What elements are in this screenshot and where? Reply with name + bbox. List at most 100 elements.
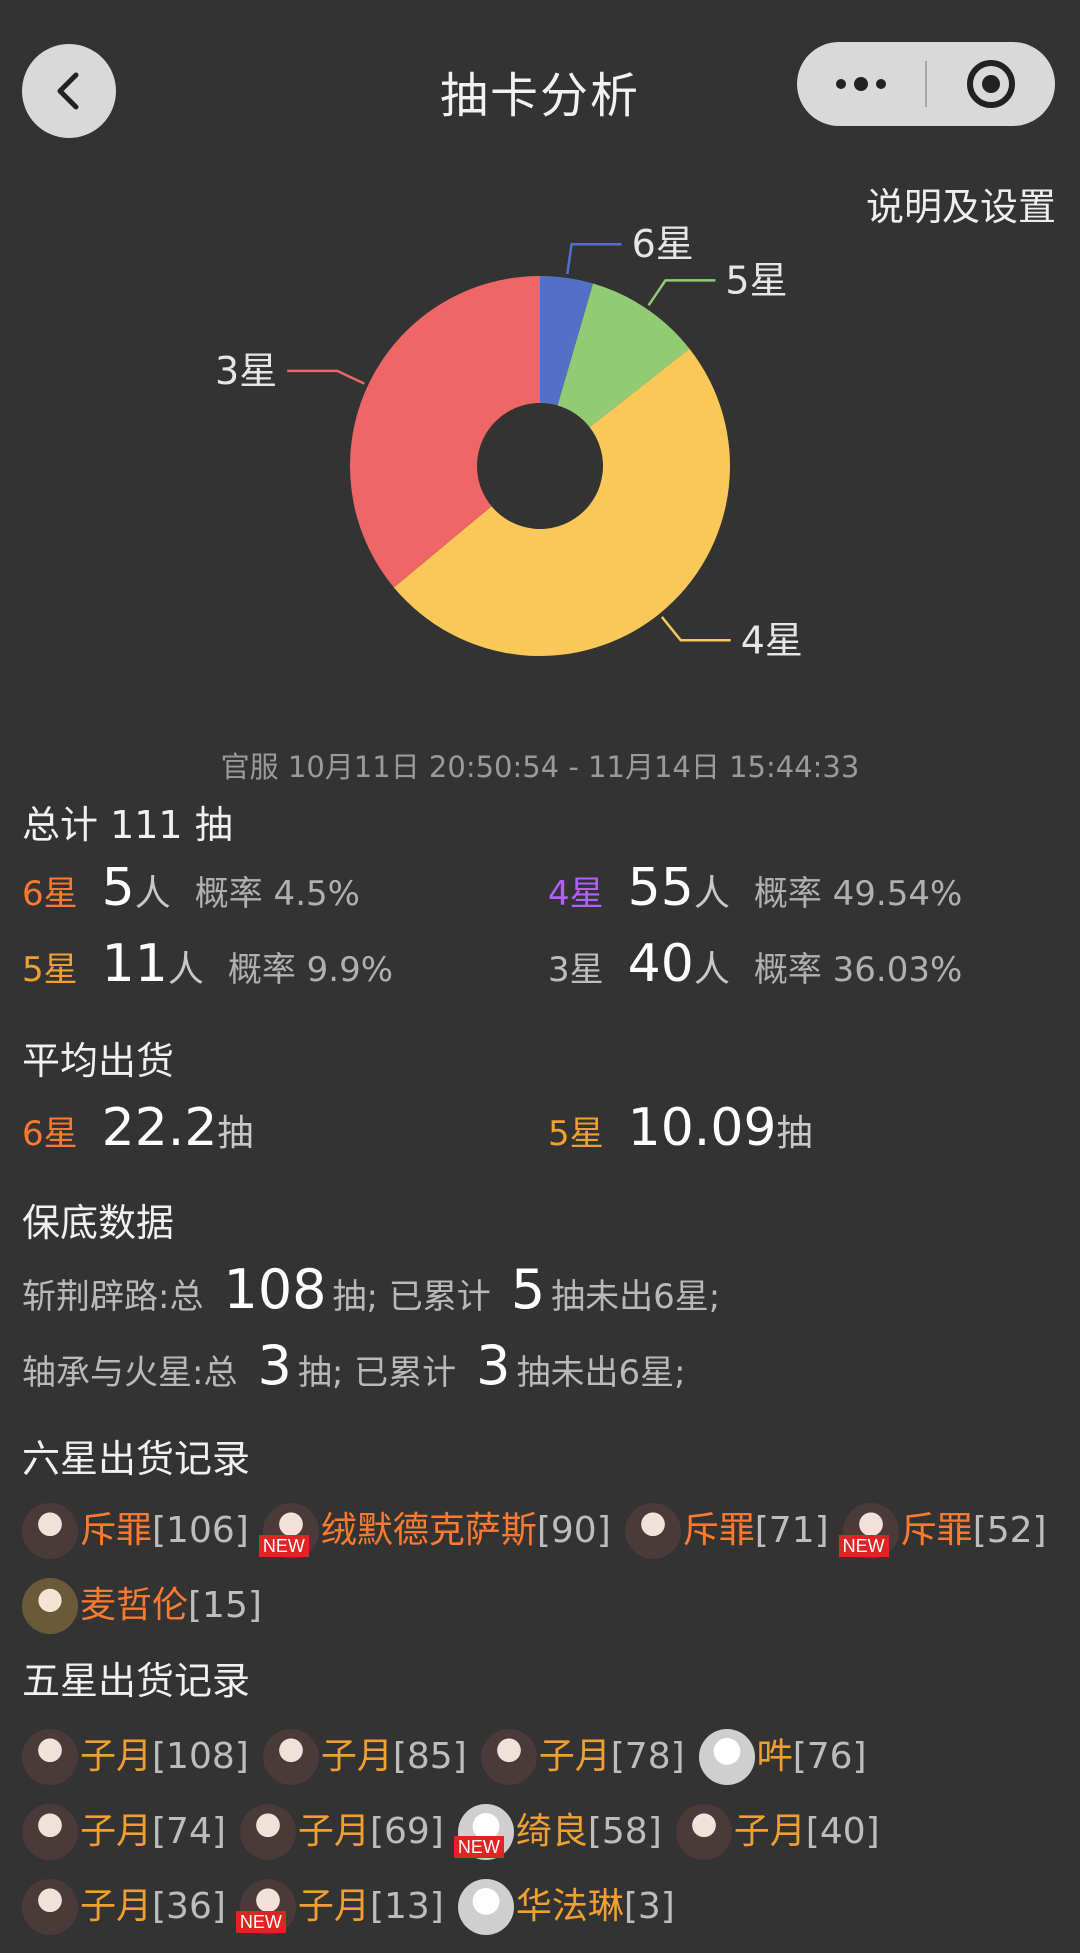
record-item: 子月 [78] (480, 1728, 685, 1786)
stat-count: 11 (101, 934, 168, 994)
operator-name: 斥罪 (80, 1510, 153, 1551)
operator-avatar (239, 1804, 296, 1860)
guarantee-row: 斩荆辟路:总 108 抽; 已累计 5 抽未出6星; (22, 1258, 720, 1321)
operator-avatar (22, 1729, 78, 1785)
stat-unit: 人 (167, 949, 204, 990)
operator-name: 子月 (733, 1811, 806, 1852)
record-item: 子月 [85] (262, 1728, 467, 1786)
new-badge: NEW (838, 1535, 889, 1557)
avg-5star: 5星 10.09抽 (548, 1098, 813, 1158)
operator-name: 子月 (320, 1736, 393, 1777)
new-badge: NEW (453, 1836, 504, 1858)
operator-name: 子月 (80, 1886, 153, 1927)
operator-name: 绒默德克萨斯 (320, 1510, 537, 1551)
pull-count: [71] (754, 1510, 829, 1551)
record-item: 华法琳 [3] (457, 1878, 675, 1936)
pool-mid: 抽; 已累计 (297, 1353, 457, 1393)
stat-3star: 3星 40人 概率 36.03% (548, 934, 962, 994)
close-miniprogram-button[interactable] (927, 42, 1055, 126)
record-item: NEW 绒默德克萨斯 [90] (258, 1502, 611, 1560)
stat-star-label: 5星 (22, 950, 78, 990)
pull-count: [58] (587, 1811, 662, 1852)
operator-avatar (22, 1503, 78, 1559)
five-star-section-title: 五星出货记录 (22, 1659, 251, 1703)
pool-accumulated: 3 (476, 1334, 511, 1397)
avg-star-label: 5星 (548, 1114, 604, 1154)
stat-star-label: 4星 (548, 874, 604, 914)
record-item: 斥罪 [106] (22, 1502, 249, 1560)
stat-4star: 4星 55人 概率 49.54% (548, 858, 962, 918)
operator-avatar (457, 1879, 514, 1935)
operator-name: 子月 (80, 1736, 153, 1777)
pull-count: [108] (152, 1736, 249, 1777)
pool-name: 斩荆辟路:总 (22, 1277, 204, 1317)
stat-star-label: 6星 (22, 874, 78, 914)
operator-avatar (698, 1729, 755, 1785)
avg-value: 22.2 (101, 1098, 218, 1158)
stat-rate: 概率 9.9% (227, 950, 394, 990)
avg-unit: 抽 (776, 1113, 813, 1154)
new-badge: NEW (258, 1535, 309, 1557)
avg-value: 10.09 (627, 1098, 777, 1158)
avg-star-label: 6星 (22, 1114, 78, 1154)
star-distribution-pie-chart: 6星 5星 4星 3星 (215, 222, 803, 662)
pie-label-leader (566, 242, 622, 275)
stat-unit: 人 (693, 949, 730, 990)
pull-count: [85] (392, 1736, 467, 1777)
operator-name: 绮良 (515, 1811, 588, 1852)
record-item: 子月 [40] (675, 1803, 880, 1861)
pool-mid: 抽; 已累计 (332, 1277, 491, 1317)
guarantee-section-title: 保底数据 (22, 1201, 175, 1245)
record-item: 吽 [76] (698, 1728, 867, 1786)
pull-count: [90] (536, 1510, 611, 1551)
stat-5star: 5星 11人 概率 9.9% (22, 934, 393, 994)
record-item: NEW 斥罪 [52] (838, 1502, 1047, 1560)
pull-count: [76] (792, 1736, 867, 1777)
total-pulls: 总计 111 抽 (22, 803, 233, 847)
new-badge: NEW (235, 1911, 286, 1933)
operator-avatar: NEW (258, 1503, 319, 1559)
pull-count: [106] (152, 1510, 249, 1551)
pool-total: 3 (257, 1334, 292, 1397)
capsule-menu (797, 42, 1055, 126)
operator-name: 子月 (538, 1736, 611, 1777)
record-item: 子月 [74] (22, 1803, 226, 1861)
stat-star-label: 3星 (548, 950, 604, 990)
more-dots-icon (836, 77, 886, 91)
operator-name: 华法琳 (515, 1886, 624, 1927)
stat-rate: 概率 36.03% (753, 950, 963, 990)
operator-name: 子月 (80, 1811, 153, 1852)
record-item: 麦哲伦 [15] (22, 1577, 262, 1635)
five-star-records: 子月 [108] 子月 [85] 子月 [78] 吽 [76] 子月 [74] 子月 [69] NEW 绮… (22, 1728, 1062, 1953)
avg-unit: 抽 (217, 1113, 254, 1154)
pool-accumulated: 5 (510, 1258, 546, 1321)
six-star-section-title: 六星出货记录 (22, 1437, 251, 1481)
operator-avatar: NEW (838, 1503, 899, 1559)
operator-name: 吽 (756, 1736, 793, 1777)
operator-avatar (675, 1804, 732, 1860)
pull-count: [52] (972, 1510, 1047, 1551)
pie-slice-label: 3星 (215, 349, 277, 393)
stat-unit: 人 (134, 873, 171, 914)
operator-avatar (262, 1729, 319, 1785)
pool-tail: 抽未出6星; (516, 1353, 686, 1393)
pie-slice-label: 5星 (725, 258, 787, 302)
pull-count: [13] (369, 1886, 444, 1927)
more-button[interactable] (797, 42, 925, 126)
pull-count: [78] (610, 1736, 685, 1777)
record-item: 子月 [108] (22, 1728, 249, 1786)
stat-count: 55 (627, 858, 694, 918)
stat-rate: 概率 49.54% (753, 874, 963, 914)
stat-count: 40 (627, 934, 694, 994)
stat-6star: 6星 5人 概率 4.5% (22, 858, 360, 918)
pie-slice-label: 4星 (741, 618, 803, 662)
record-item: 子月 [36] (22, 1878, 226, 1936)
pull-count: [15] (188, 1585, 262, 1626)
operator-name: 子月 (297, 1811, 370, 1852)
six-star-records: 斥罪 [106] NEW 绒默德克萨斯 [90] 斥罪 [71] NEW 斥罪 [52] 麦哲伦 [1… (22, 1502, 1062, 1652)
record-item: 子月 [69] (239, 1803, 444, 1861)
operator-name: 斥罪 (900, 1510, 973, 1551)
operator-avatar: NEW (235, 1879, 296, 1935)
operator-avatar (22, 1879, 78, 1935)
pie-label-leader (647, 279, 716, 306)
